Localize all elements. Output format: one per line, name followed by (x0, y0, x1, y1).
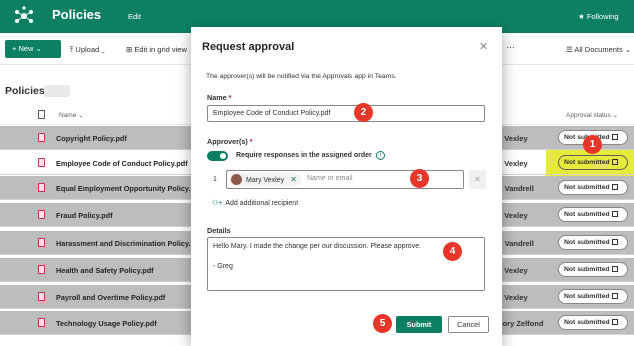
pdf-icon (38, 292, 45, 301)
column-header-approval-status[interactable]: Approval status ⌄ (566, 111, 618, 119)
site-title[interactable]: Policies (52, 7, 101, 22)
add-recipient-button[interactable]: ⚇+ Add additional recipient (212, 199, 298, 207)
details-textarea[interactable]: Hello Mary. I made the change per our di… (207, 237, 485, 291)
file-name[interactable]: Health and Safety Policy.pdf (56, 266, 154, 275)
file-name[interactable]: Harassment and Discrimination Policy. (56, 239, 191, 248)
approver-name: y Vexley (498, 211, 528, 220)
edit-link[interactable]: Edit (128, 12, 141, 21)
submit-button[interactable]: Submit (396, 316, 442, 333)
cancel-button[interactable]: Cancel (448, 316, 489, 333)
approver-name: y Vexley (498, 293, 528, 302)
request-approval-dialog: Request approval ✕ The approver(s) will … (191, 27, 502, 346)
status-badge[interactable]: Not submitted (558, 235, 628, 250)
upload-button[interactable]: ⤒ Upload ⌄ (70, 45, 105, 55)
status-text: Not submitted (564, 159, 610, 166)
file-name[interactable]: Copyright Policy.pdf (56, 134, 127, 143)
file-name[interactable]: Equal Employment Opportunity Policy. (56, 184, 190, 193)
edit-grid-button[interactable]: ⊞ Edit in grid view (126, 45, 187, 54)
approvers-label: Approver(s) * (207, 137, 253, 146)
avatar (231, 174, 242, 185)
view-selector[interactable]: ☰ All Documents ⌄ (566, 45, 631, 54)
site-logo-icon (15, 6, 33, 23)
approver-name: y Vexley (498, 266, 528, 275)
open-external-icon (611, 266, 618, 272)
status-badge[interactable]: Not submitted (558, 180, 628, 195)
callout-4: 4 (443, 242, 462, 261)
status-badge[interactable]: Not submitted (558, 262, 628, 277)
callout-5: 5 (373, 314, 392, 333)
pdf-icon (38, 183, 45, 192)
file-name[interactable]: Employee Code of Conduct Policy.pdf (56, 159, 188, 168)
approver-name: n Vandrell (498, 239, 534, 248)
delete-approver-button[interactable]: ✕ (469, 170, 486, 189)
callout-1: 1 (583, 135, 602, 154)
open-external-icon (611, 134, 618, 140)
status-text: Not submitted (564, 266, 610, 273)
info-icon[interactable]: i (376, 151, 385, 160)
pdf-icon (38, 133, 45, 142)
open-external-icon (611, 184, 618, 190)
close-icon[interactable]: ✕ (479, 40, 488, 53)
name-label: Name * (207, 93, 232, 102)
file-name[interactable]: Technology Usage Policy.pdf (56, 319, 157, 328)
open-external-icon (611, 159, 618, 165)
pdf-icon (38, 238, 45, 247)
approver-name: n Vandrell (498, 184, 534, 193)
approver-name: y Vexley (498, 134, 528, 143)
status-badge[interactable]: Not submitted (558, 289, 628, 304)
status-text: Not submitted (564, 319, 610, 326)
open-external-icon (611, 319, 618, 325)
add-person-icon: ⚇+ (212, 200, 223, 207)
pdf-icon (38, 265, 45, 274)
approver-input[interactable]: Name or email (307, 175, 353, 182)
name-field[interactable]: Employee Code of Conduct Policy.pdf (207, 105, 485, 122)
approver-chip[interactable]: Mary Vexley ✕ (230, 173, 301, 186)
dialog-title: Request approval (202, 41, 295, 53)
open-external-icon (611, 293, 618, 299)
approver-name: gory Zelfond (498, 319, 544, 328)
column-header-name[interactable]: Name ⌄ (59, 111, 84, 119)
status-text: Not submitted (564, 211, 610, 218)
status-text: Not submitted (564, 239, 610, 246)
open-external-icon (611, 239, 618, 245)
file-name[interactable]: Payroll and Overtime Policy.pdf (56, 293, 165, 302)
pdf-icon (38, 210, 45, 219)
pdf-icon (38, 158, 45, 167)
status-badge[interactable]: Not submitted (558, 207, 628, 222)
pdf-icon (38, 318, 45, 327)
remove-approver-icon[interactable]: ✕ (290, 175, 297, 184)
file-name[interactable]: Fraud Policy.pdf (56, 211, 113, 220)
details-label: Details (207, 226, 231, 235)
callout-2: 2 (354, 103, 373, 122)
toggle-label: Require responses in the assigned order (236, 152, 372, 159)
callout-3: 3 (410, 169, 429, 188)
list-title: Policies (5, 85, 45, 97)
status-text: Not submitted (564, 293, 610, 300)
status-text: Not submitted (564, 184, 610, 191)
approver-chip-label: Mary Vexley (246, 177, 285, 184)
library-view-icon[interactable] (44, 85, 70, 97)
status-badge[interactable]: Not submitted (558, 155, 628, 170)
dialog-intro: The approver(s) will be notified via the… (206, 73, 397, 80)
more-options-button[interactable]: ··· (506, 42, 515, 52)
file-type-icon (38, 110, 45, 119)
assigned-order-toggle[interactable] (207, 151, 228, 161)
follow-label: Following (586, 12, 619, 21)
status-badge[interactable]: Not submitted (558, 315, 628, 330)
add-recipient-label: Add additional recipient (225, 200, 299, 207)
follow-button[interactable]: ★ Following (578, 12, 619, 21)
open-external-icon (611, 211, 618, 217)
approver-index: 1 (213, 176, 217, 183)
approver-name: y Vexley (498, 159, 528, 168)
new-button[interactable]: + New ⌄ (5, 40, 61, 58)
